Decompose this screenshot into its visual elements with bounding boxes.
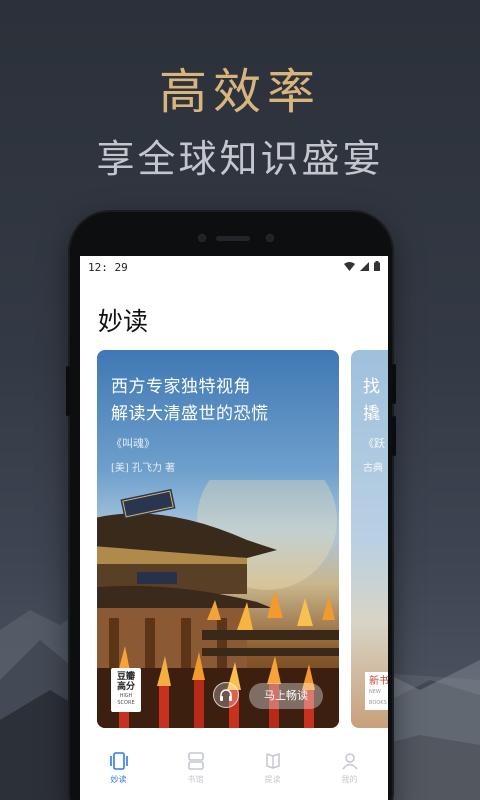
promo-title: 高效率	[158, 64, 321, 120]
badge-small-text: HIGH	[119, 693, 133, 699]
phone-power-button	[392, 416, 396, 456]
card-book-title: 《叫魂》	[111, 437, 155, 450]
phone-sensor	[266, 234, 274, 242]
next-card-headline: 找 撬	[363, 374, 380, 428]
status-bar: 12: 29	[80, 256, 388, 278]
next-card-book-title: 《跃	[363, 437, 385, 450]
wifi-icon	[344, 261, 355, 271]
bottom-tab-bar: 妙读 书馆 提读 我的	[80, 746, 388, 800]
badge-small-text: BOOKS	[369, 700, 387, 706]
card-headline-line: 解读大清盛世的恐慌	[111, 404, 269, 424]
status-time: 12: 29	[88, 261, 128, 274]
flag-icon	[265, 753, 280, 769]
tab-label: 我的	[341, 775, 358, 784]
new-books-badge: 新书 NEW BOOKS	[365, 672, 388, 710]
library-icon	[187, 752, 204, 770]
badge-small-text: NEW	[369, 689, 381, 695]
phone-side-button	[66, 366, 70, 416]
person-icon	[341, 753, 358, 770]
next-card-headline-line: 撬	[363, 404, 380, 424]
page-title: 妙读	[98, 307, 149, 336]
douban-high-score-badge: 豆瓣 高分 HIGH SCORE	[111, 668, 141, 712]
next-book-card[interactable]: 找 撬 《跃 古典 新书 NEW BOOKS	[351, 350, 388, 728]
phone-camera	[198, 234, 206, 242]
phone-volume-button	[392, 364, 396, 404]
card-author: [美] 孔飞力 著	[111, 463, 176, 474]
badge-text: 豆瓣	[116, 672, 135, 682]
next-card-author: 古典	[363, 463, 383, 474]
tab-label: 提读	[264, 775, 281, 784]
badge-small-text: SCORE	[117, 700, 135, 706]
listen-button[interactable]	[213, 682, 239, 708]
featured-book-card[interactable]: 西方专家独特视角 解读大清盛世的恐慌 《叫魂》 [美] 孔飞力 著 豆瓣 高分 …	[97, 350, 339, 728]
headphones-icon	[220, 689, 232, 701]
tab-miaodu[interactable]: 妙读	[89, 746, 149, 785]
card-headline: 西方专家独特视角 解读大清盛世的恐慌	[111, 374, 331, 428]
battery-icon	[374, 261, 380, 271]
tab-mine[interactable]: 我的	[320, 746, 380, 785]
read-now-button[interactable]: 马上畅读	[249, 683, 323, 709]
next-card-headline-line: 找	[363, 377, 380, 397]
book-card-icon	[109, 752, 128, 770]
signal-icon	[360, 261, 369, 271]
badge-text: 新书	[369, 676, 388, 687]
promo-subtitle: 享全球知识盛宴	[96, 137, 384, 181]
app-screen: 12: 29 妙读 西方专家独特视角 解读大清盛世的恐慌 《叫魂》 [美] 孔飞…	[80, 256, 388, 800]
card-headline-line: 西方专家独特视角	[111, 377, 251, 397]
phone-speaker	[216, 236, 250, 241]
tab-label: 妙读	[110, 775, 127, 784]
tab-label: 书馆	[187, 775, 204, 784]
tab-library[interactable]: 书馆	[166, 746, 226, 785]
badge-text: 高分	[116, 682, 135, 692]
tab-tidu[interactable]: 提读	[243, 746, 303, 785]
